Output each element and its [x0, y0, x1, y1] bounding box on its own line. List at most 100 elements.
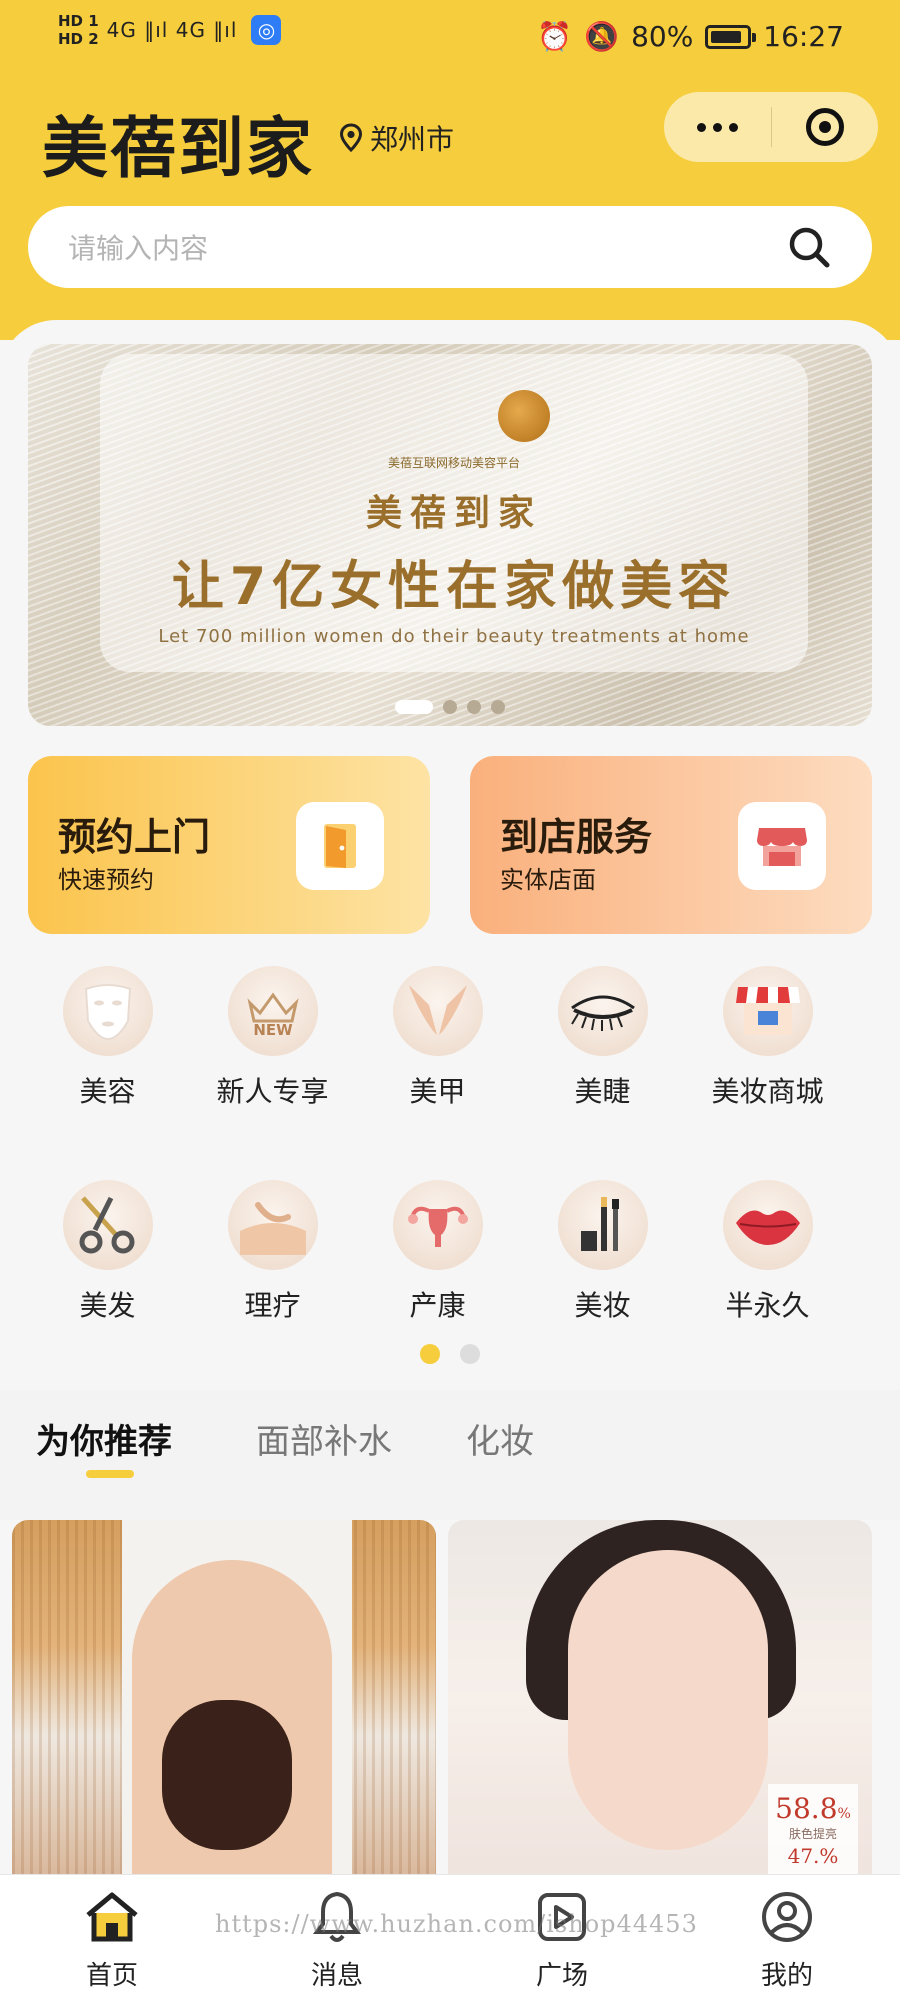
- svg-text:NEW: NEW: [253, 1021, 293, 1039]
- banner-dot[interactable]: [395, 700, 433, 714]
- home-visit-card[interactable]: 预约上门 快速预约: [28, 756, 430, 934]
- brand-logo-icon: [498, 390, 550, 442]
- stat-value-secondary: 47.%: [787, 1844, 839, 1868]
- product-card[interactable]: [12, 1520, 436, 1880]
- status-right: ⏰ 🔕 80% 16:27: [537, 20, 844, 53]
- nav-home-label: 首页: [85, 1961, 138, 1991]
- category-item[interactable]: 产康: [355, 1180, 520, 1324]
- app-title: 美蓓到家: [42, 110, 314, 187]
- in-store-subtitle: 实体店面: [500, 866, 596, 894]
- search-bar[interactable]: 请输入内容: [28, 206, 872, 288]
- home-visit-title: 预约上门: [58, 815, 211, 859]
- hd-indicators: HD 1 HD 2: [58, 12, 99, 48]
- target-circle-icon: [805, 108, 844, 146]
- category-item[interactable]: NEW 新人专享: [190, 966, 355, 1110]
- nav-plaza-label: 广场: [535, 1961, 588, 1991]
- nail-hands-icon: [392, 966, 483, 1056]
- hd1-indicator: HD 1: [58, 12, 99, 30]
- signal-icon: 4G ‖ıl 4G ‖ıl: [106, 18, 238, 42]
- location-selector[interactable]: 郑州市: [338, 118, 454, 158]
- search-input[interactable]: 请输入内容: [68, 227, 208, 267]
- nav-plaza[interactable]: 广场: [502, 1889, 622, 1992]
- search-icon[interactable]: [786, 224, 832, 270]
- category-item[interactable]: 美容: [25, 966, 190, 1110]
- status-bar: HD 1 HD 2 4G ‖ıl 4G ‖ıl ◎ ⏰ 🔕 80% 16:27: [0, 0, 900, 80]
- category-label: 新人专享: [216, 1075, 329, 1108]
- home-icon: [84, 1889, 140, 1945]
- category-item[interactable]: 美睫: [520, 966, 685, 1110]
- massage-icon: [227, 1180, 318, 1270]
- category-item[interactable]: 理疗: [190, 1180, 355, 1324]
- eyelash-icon: [557, 966, 648, 1056]
- tab-face-hydration[interactable]: 面部补水: [256, 1414, 392, 1463]
- lips-icon: [722, 1180, 813, 1270]
- product-card[interactable]: 58.8% 肤色提亮 47.%: [448, 1520, 872, 1880]
- shop-icon: [722, 966, 813, 1056]
- door-icon: [296, 802, 384, 890]
- alarm-icon: ⏰: [537, 20, 573, 53]
- watermark-text: https://www.huzhan.com/ishop44453: [215, 1910, 698, 1938]
- banner-brand-name: 美蓓到家: [365, 493, 542, 534]
- close-miniprogram-button[interactable]: [772, 92, 879, 162]
- tab-makeup[interactable]: 化妆: [466, 1414, 534, 1463]
- more-button[interactable]: [664, 92, 771, 162]
- home-visit-subtitle: 快速预约: [58, 866, 154, 894]
- battery-percent: 80%: [631, 20, 694, 53]
- in-store-title: 到店服务: [500, 815, 653, 859]
- category-pager: [0, 1344, 900, 1364]
- pager-dot[interactable]: [420, 1344, 440, 1364]
- stat-value: 58.8%: [775, 1792, 851, 1825]
- category-item[interactable]: 美妆: [520, 1180, 685, 1324]
- category-item[interactable]: 美发: [25, 1180, 190, 1324]
- makeup-brush-icon: [557, 1180, 648, 1270]
- skin-stat-badge: 58.8% 肤色提亮 47.%: [768, 1784, 858, 1880]
- category-item[interactable]: 美妆商城: [685, 966, 850, 1110]
- hd2-indicator: HD 2: [58, 30, 99, 48]
- category-item[interactable]: 半永久: [685, 1180, 850, 1324]
- category-label: 美睫: [574, 1075, 631, 1108]
- banner-dot[interactable]: [491, 700, 505, 714]
- banner-slogan: 让7亿女性在家做美容: [171, 557, 737, 617]
- category-label: 美妆: [574, 1289, 631, 1322]
- uterus-icon: [392, 1180, 483, 1270]
- banner-card: 美蓓互联网移动美容平台 美蓓到家 让7亿女性在家做美容 Let 700 mill…: [100, 354, 808, 672]
- app-notification-icon: ◎: [251, 15, 282, 45]
- mini-program-capsule: [664, 92, 878, 162]
- facial-care-photo: [568, 1550, 768, 1850]
- category-item[interactable]: 美甲: [355, 966, 520, 1110]
- location-pin-icon: [339, 123, 363, 153]
- promo-banner[interactable]: 美蓓互联网移动美容平台 美蓓到家 让7亿女性在家做美容 Let 700 mill…: [28, 344, 872, 726]
- in-store-card[interactable]: 到店服务 实体店面: [470, 756, 872, 934]
- city-label: 郑州市: [370, 123, 455, 156]
- user-icon: [759, 1889, 815, 1945]
- category-label: 美甲: [409, 1075, 466, 1108]
- banner-dot[interactable]: [467, 700, 481, 714]
- face-mask-icon: [62, 966, 153, 1056]
- banner-subtitle: 美蓓互联网移动美容平台: [387, 456, 520, 470]
- nav-messages-label: 消息: [310, 1961, 363, 1991]
- category-label: 美容: [79, 1075, 136, 1108]
- more-dots-icon: [696, 122, 738, 132]
- clock: 16:27: [763, 20, 844, 53]
- category-label: 美妆商城: [711, 1075, 824, 1108]
- category-label: 产康: [409, 1289, 466, 1322]
- mute-bell-icon: 🔕: [584, 20, 620, 53]
- nav-profile[interactable]: 我的: [727, 1889, 847, 1992]
- battery-icon: [705, 24, 757, 49]
- nav-messages[interactable]: 消息: [277, 1889, 397, 1992]
- banner-slogan-en: Let 700 million women do their beauty tr…: [158, 626, 750, 647]
- banner-dot[interactable]: [443, 700, 457, 714]
- store-icon: [738, 802, 826, 890]
- status-left: HD 1 HD 2 4G ‖ıl 4G ‖ıl ◎: [58, 12, 282, 48]
- category-label: 美发: [79, 1289, 136, 1322]
- nav-home[interactable]: 首页: [52, 1889, 172, 1992]
- category-label: 理疗: [244, 1289, 301, 1322]
- stat-label: 肤色提亮: [788, 1827, 837, 1841]
- new-crown-icon: NEW: [227, 966, 318, 1056]
- active-tab-underline: [86, 1470, 134, 1478]
- tab-recommend[interactable]: 为你推荐: [36, 1414, 172, 1463]
- hair: [162, 1700, 292, 1850]
- banner-indicator: [28, 700, 872, 714]
- pager-dot[interactable]: [460, 1344, 480, 1364]
- scissors-icon: [62, 1180, 153, 1270]
